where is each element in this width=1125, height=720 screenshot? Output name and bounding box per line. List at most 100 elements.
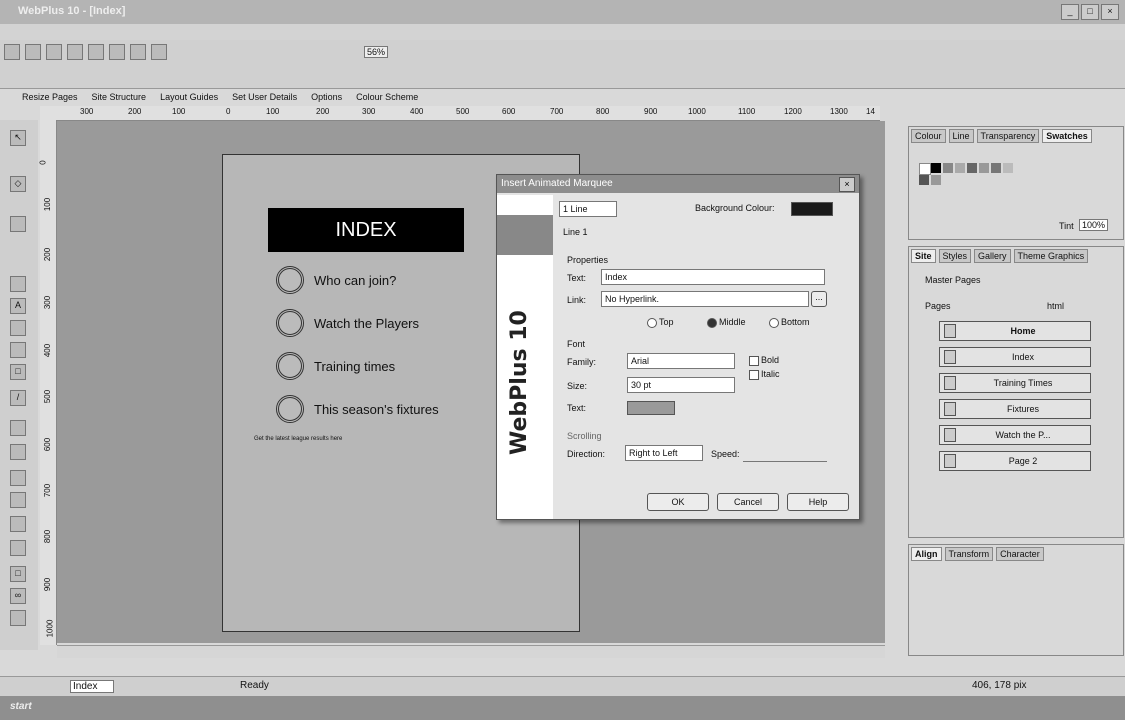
tab-character[interactable]: Character: [996, 547, 1044, 561]
swatch[interactable]: [919, 175, 929, 185]
dialog-title-bar: Insert Animated Marquee: [497, 175, 859, 193]
help-button[interactable]: Help: [787, 493, 849, 511]
paste-icon[interactable]: [109, 44, 125, 60]
minimize-icon[interactable]: _: [1061, 4, 1079, 20]
new-icon[interactable]: [4, 44, 20, 60]
swatch[interactable]: [931, 175, 941, 185]
cut-icon[interactable]: [67, 44, 83, 60]
ok-button[interactable]: OK: [647, 493, 709, 511]
pointer-tool-icon[interactable]: ↖: [10, 130, 26, 146]
page-row-index[interactable]: Index: [939, 347, 1091, 367]
tab-line[interactable]: Line: [948, 129, 974, 143]
brand-panel: WebPlus 10: [497, 195, 553, 519]
radio-bottom[interactable]: Bottom: [769, 317, 810, 328]
marquee-text[interactable]: Get the latest league results here: [254, 436, 342, 442]
fill-tool-icon[interactable]: [10, 420, 26, 436]
resize-pages-button[interactable]: Resize Pages: [22, 92, 78, 102]
options-button[interactable]: Options: [311, 92, 342, 102]
menu-item-fixtures[interactable]: This season's fixtures: [276, 395, 439, 423]
font-size-select[interactable]: 30 pt: [627, 377, 735, 393]
swatch[interactable]: [931, 163, 941, 173]
text-tool-icon[interactable]: A: [10, 298, 26, 314]
picture-tool-icon[interactable]: [10, 342, 26, 358]
swatch[interactable]: [979, 163, 989, 173]
swatch[interactable]: [943, 163, 953, 173]
tab-site[interactable]: Site: [911, 249, 936, 263]
tab-colour[interactable]: Colour: [911, 129, 946, 143]
redo-icon[interactable]: [151, 44, 167, 60]
start-button[interactable]: start: [10, 701, 32, 712]
tab-line-1[interactable]: Line 1: [563, 227, 588, 237]
page-row-home[interactable]: Home: [939, 321, 1091, 341]
cancel-button[interactable]: Cancel: [717, 493, 779, 511]
table-tool-icon[interactable]: [10, 276, 26, 292]
close-icon[interactable]: ×: [1101, 4, 1119, 20]
page-row-page-2[interactable]: Page 2: [939, 451, 1091, 471]
page-row-watch-players[interactable]: Watch the P...: [939, 425, 1091, 445]
link-browse-button[interactable]: ...: [811, 291, 827, 307]
layout-guides-button[interactable]: Layout Guides: [160, 92, 218, 102]
zoom-field[interactable]: 56%: [364, 46, 389, 58]
background-colour-swatch[interactable]: [791, 202, 833, 216]
master-pages-link[interactable]: Master Pages: [925, 275, 981, 285]
font-family-select[interactable]: Arial: [627, 353, 735, 369]
tab-transform[interactable]: Transform: [944, 547, 994, 561]
text-colour-swatch[interactable]: [627, 401, 675, 415]
node-tool-icon[interactable]: ◇: [10, 176, 26, 192]
crop-tool-icon[interactable]: [10, 216, 26, 232]
flash-tool-icon[interactable]: [10, 516, 26, 532]
tab-align[interactable]: Align: [911, 547, 942, 561]
horizontal-scrollbar[interactable]: [57, 645, 885, 658]
frame-tool-icon[interactable]: [10, 320, 26, 336]
bold-checkbox[interactable]: Bold: [749, 355, 779, 366]
maximize-icon[interactable]: □: [1081, 4, 1099, 20]
link-input[interactable]: No Hyperlink.: [601, 291, 809, 307]
shape-tool-icon[interactable]: □: [10, 364, 26, 380]
swatch[interactable]: [991, 163, 1001, 173]
swatch[interactable]: [919, 163, 931, 175]
tab-theme-graphics[interactable]: Theme Graphics: [1013, 249, 1089, 263]
site-structure-button[interactable]: Site Structure: [92, 92, 147, 102]
lines-select[interactable]: 1 Line: [559, 201, 617, 217]
radio-top[interactable]: Top: [647, 317, 674, 328]
tab-gallery[interactable]: Gallery: [974, 249, 1011, 263]
colour-scheme-button[interactable]: Colour Scheme: [356, 92, 418, 102]
image-tool-icon[interactable]: [10, 610, 26, 626]
link-tool-icon[interactable]: ∞: [10, 588, 26, 604]
rectangle-tool-icon[interactable]: □: [10, 566, 26, 582]
html-tool-icon[interactable]: [10, 540, 26, 556]
ruler-tick: 800: [43, 529, 53, 544]
page-row-fixtures[interactable]: Fixtures: [939, 399, 1091, 419]
user-details-button[interactable]: Set User Details: [232, 92, 297, 102]
line-tool-icon[interactable]: /: [10, 390, 26, 406]
open-icon[interactable]: [25, 44, 41, 60]
swatch[interactable]: [967, 163, 977, 173]
tint-field[interactable]: 100%: [1079, 219, 1109, 231]
form-tool-icon[interactable]: [10, 470, 26, 486]
tab-styles[interactable]: Styles: [938, 249, 972, 263]
hyperlink-tool-icon[interactable]: [10, 444, 26, 460]
swatch[interactable]: [955, 163, 965, 173]
copy-icon[interactable]: [88, 44, 104, 60]
radio-middle[interactable]: Middle: [707, 317, 746, 328]
direction-select[interactable]: Right to Left: [625, 445, 703, 461]
menu-bar: [0, 24, 1125, 40]
italic-checkbox[interactable]: Italic: [749, 369, 780, 380]
text-input[interactable]: Index: [601, 269, 825, 285]
page-select[interactable]: Index: [70, 680, 115, 693]
page-row-training-times[interactable]: Training Times: [939, 373, 1091, 393]
menu-item-watch-players[interactable]: Watch the Players: [276, 309, 419, 337]
tab-swatches[interactable]: Swatches: [1042, 129, 1092, 143]
page-heading[interactable]: INDEX: [268, 208, 464, 252]
menu-item-who-can-join[interactable]: Who can join?: [276, 266, 396, 294]
site-tabs: Site Styles Gallery Theme Graphics: [909, 247, 1123, 265]
speed-slider[interactable]: [743, 445, 827, 462]
menu-item-training-times[interactable]: Training times: [276, 352, 395, 380]
tab-transparency[interactable]: Transparency: [976, 129, 1040, 143]
media-tool-icon[interactable]: [10, 492, 26, 508]
status-bar: Index Ready 406, 178 pix: [0, 676, 1125, 697]
undo-icon[interactable]: [130, 44, 146, 60]
swatch[interactable]: [1003, 163, 1013, 173]
save-icon[interactable]: [46, 44, 62, 60]
dialog-close-icon[interactable]: ×: [839, 177, 855, 192]
